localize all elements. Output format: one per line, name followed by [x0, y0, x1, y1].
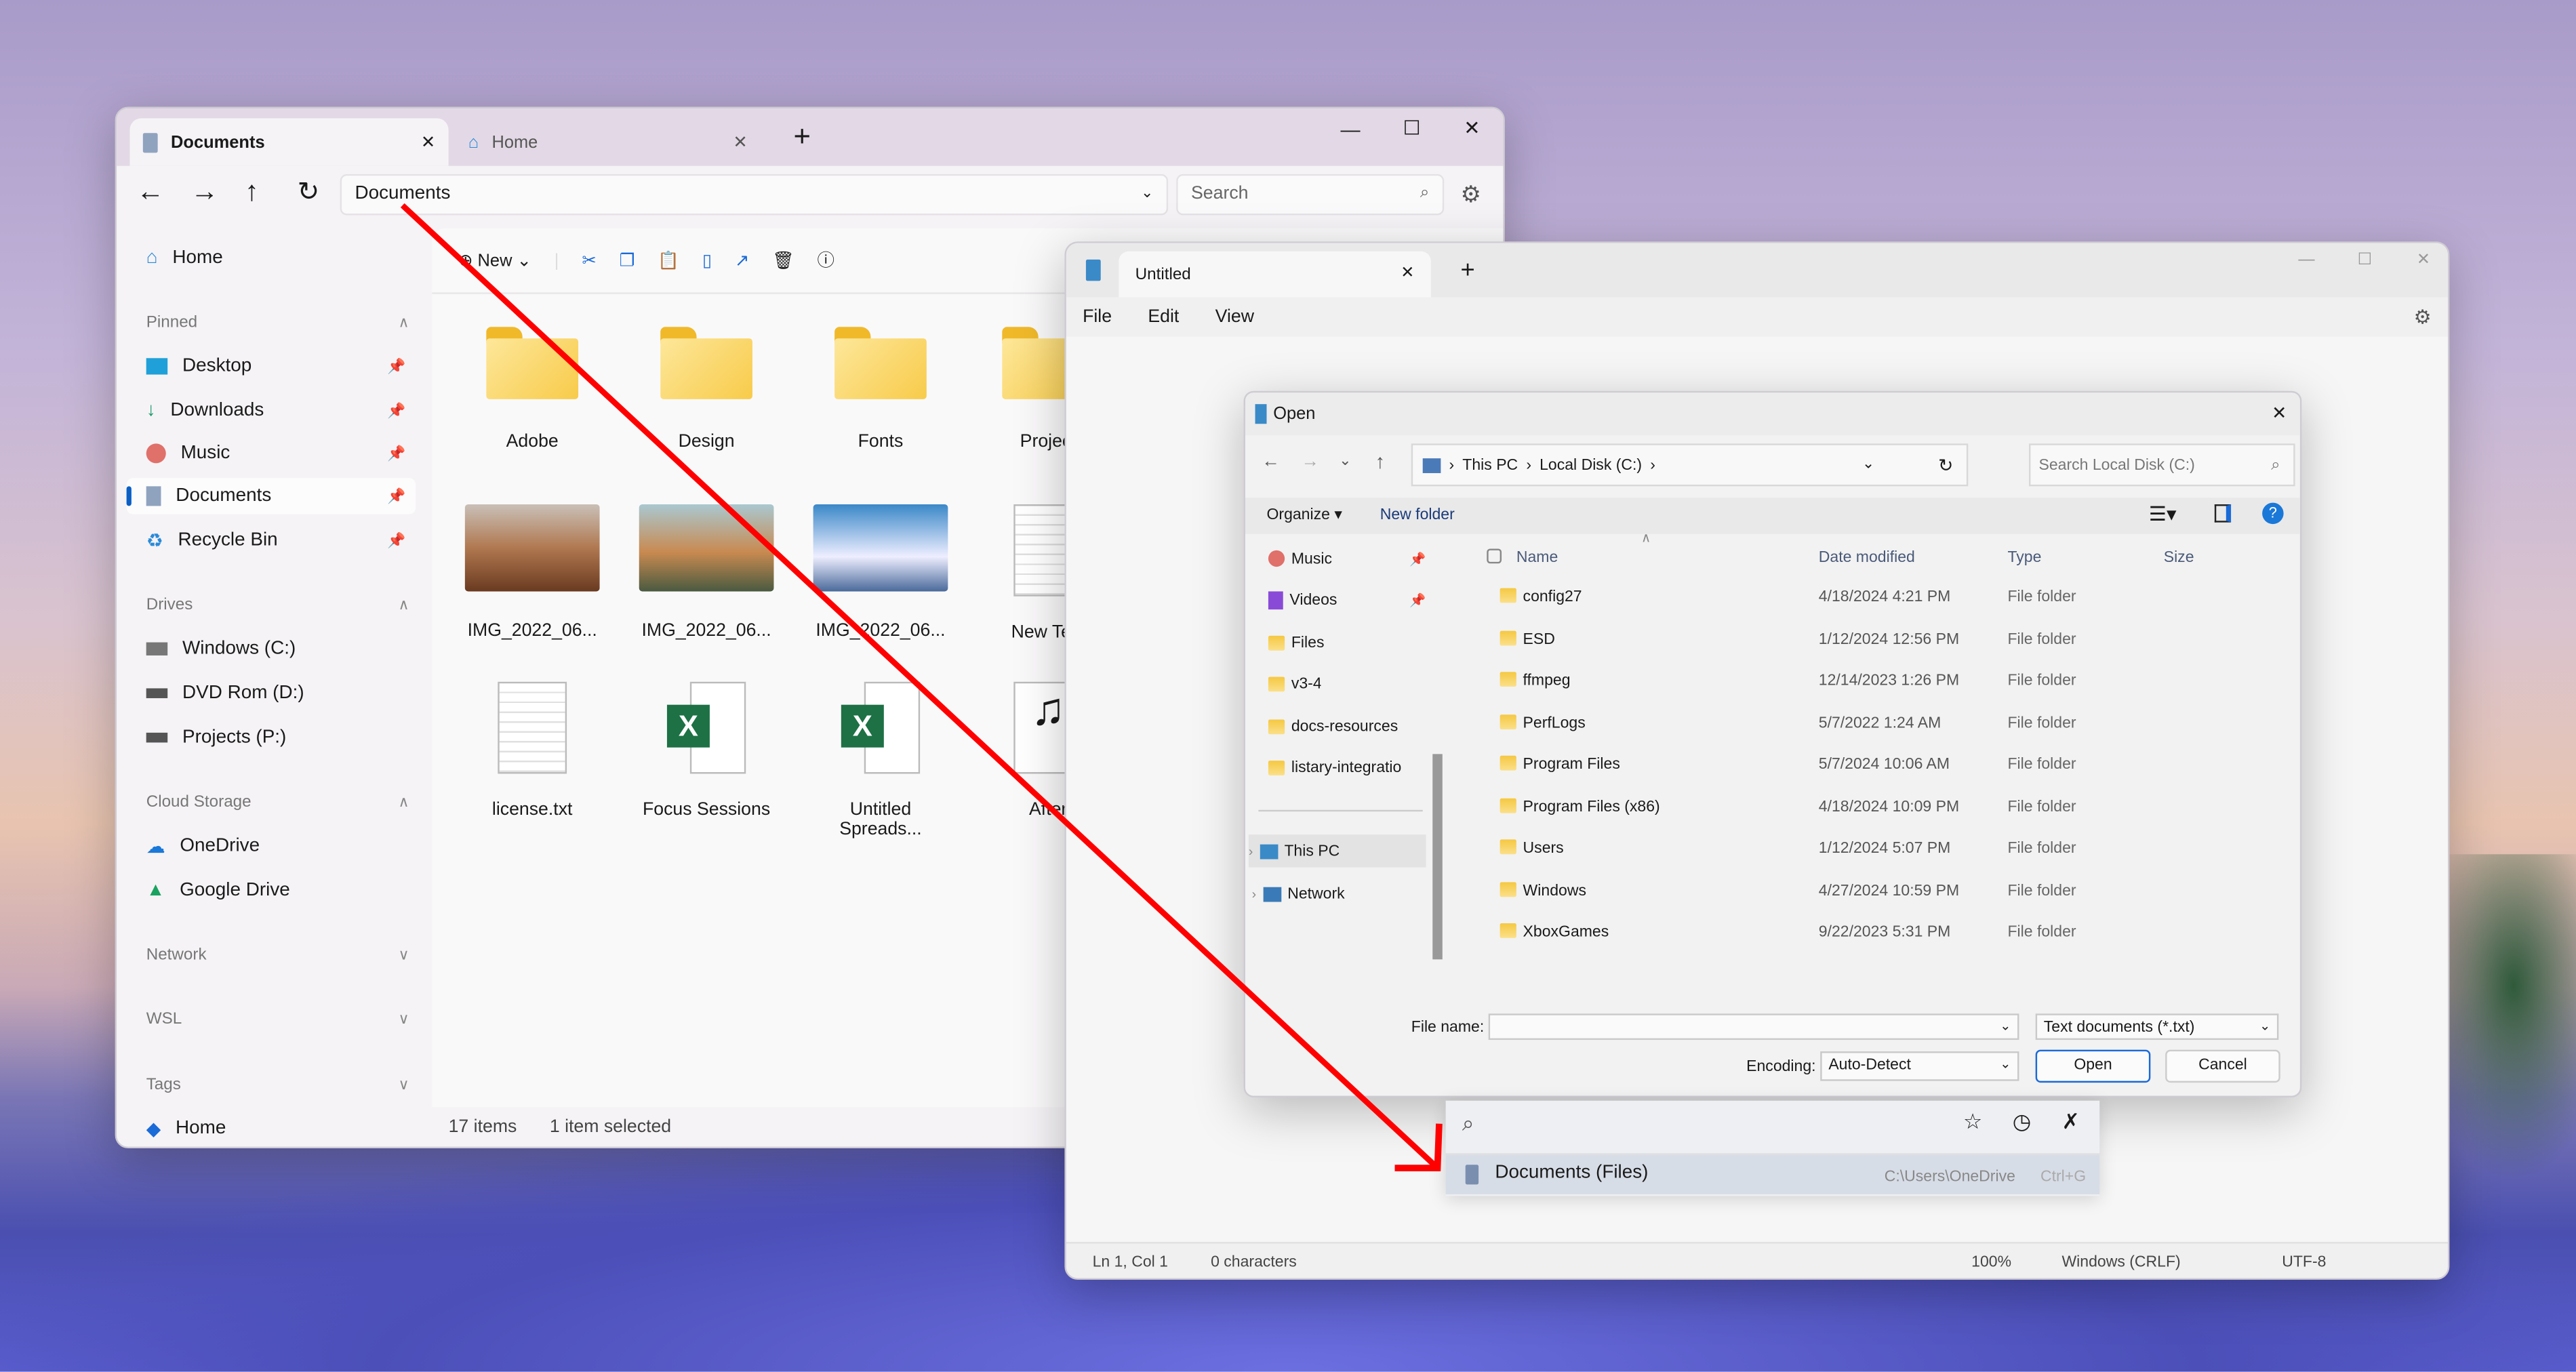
desktop: Documents ✕ ⌂ Home ✕ + — ☐ ✕ ← → ↑ ↻ Doc… — [0, 0, 2576, 1372]
red-arrow-annotation — [400, 203, 1443, 1171]
arrow-line — [400, 203, 1438, 1169]
